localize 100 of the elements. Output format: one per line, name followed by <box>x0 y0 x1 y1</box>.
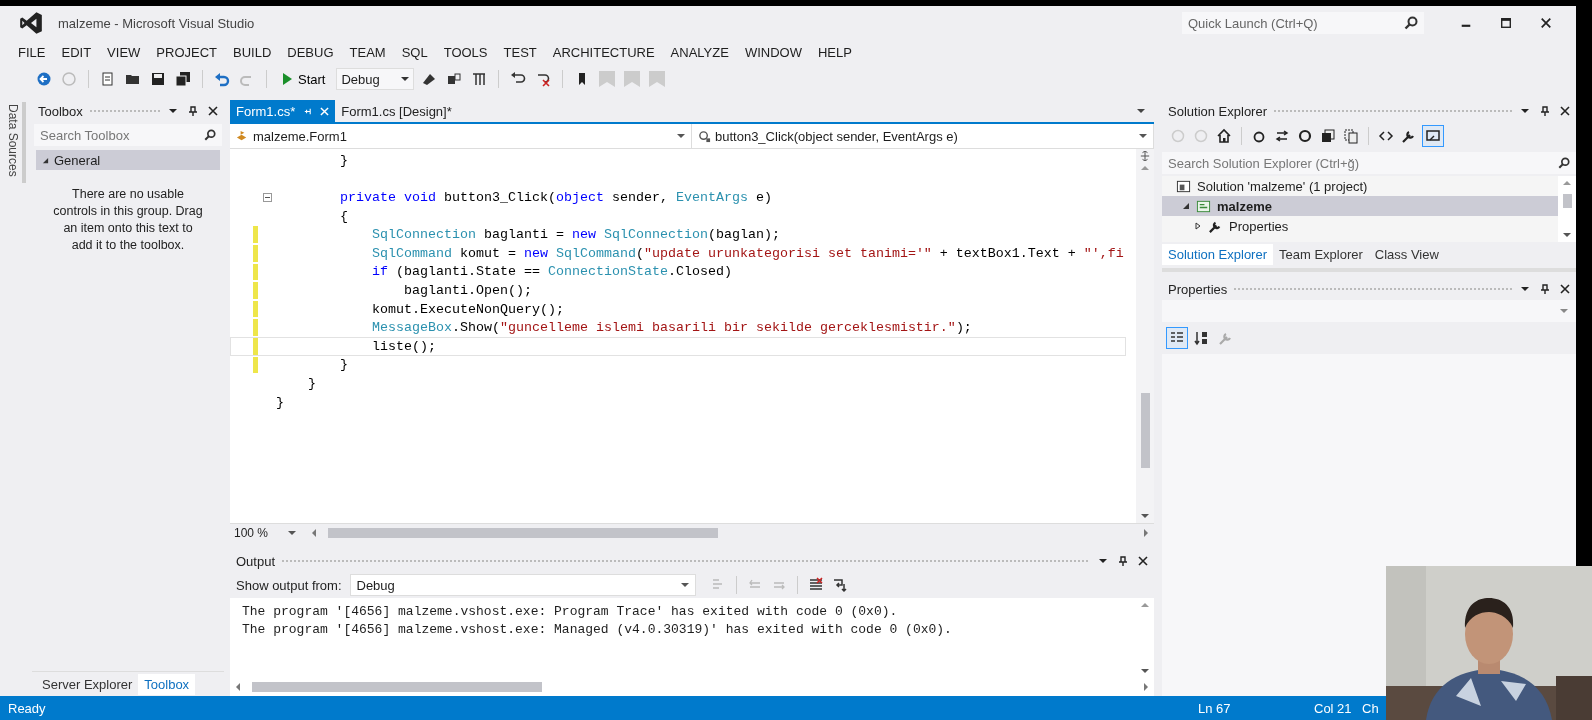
search-field[interactable]: Search Toolbox <box>34 124 222 146</box>
class-dropdown[interactable]: malzeme.Form1 <box>230 124 692 148</box>
menu-item[interactable]: EDIT <box>53 44 100 60</box>
output-source-dropdown[interactable]: Debug <box>349 574 696 596</box>
member-dropdown[interactable]: button3_Click(object sender, EventArgs e) <box>692 124 1154 148</box>
pin-icon[interactable] <box>186 106 200 116</box>
scroll-down-icon[interactable] <box>1140 511 1150 521</box>
code-line: } <box>307 375 316 391</box>
close-icon[interactable] <box>1540 17 1552 29</box>
properties-title: Properties <box>1168 281 1228 297</box>
caret-icon <box>680 583 689 587</box>
data-sources-tab[interactable]: Data Sources <box>6 102 26 183</box>
line-number: Ln 67 <box>1198 700 1232 716</box>
class-icon <box>236 129 249 143</box>
caret-icon <box>401 77 410 81</box>
pin-icon[interactable] <box>1538 284 1552 294</box>
tree-item[interactable]: malzeme <box>1162 196 1558 216</box>
panel-tab[interactable]: Solution Explorer <box>1162 243 1273 265</box>
scroll-up-icon[interactable] <box>1140 163 1150 173</box>
menu-item[interactable]: ARCHITECTURE <box>544 44 663 60</box>
panel-tab[interactable]: Server Explorer <box>36 673 139 695</box>
close-icon[interactable] <box>1558 284 1572 294</box>
output-source-label: Show output from: <box>236 577 342 593</box>
expander-icon[interactable] <box>1182 202 1190 210</box>
toolbox-group-header[interactable]: General <box>36 150 220 170</box>
code-line: baglanti.Open(); <box>402 282 532 298</box>
save-all-icon[interactable] <box>173 69 193 89</box>
menu-item[interactable]: HELP <box>809 44 860 60</box>
pin-icon[interactable] <box>1116 556 1130 566</box>
caret-icon <box>288 531 296 535</box>
menu-item[interactable]: WINDOW <box>736 44 810 60</box>
menu-item[interactable]: TEAM <box>341 44 394 60</box>
expander-icon[interactable] <box>1194 222 1202 230</box>
window-title: malzeme - Microsoft Visual Studio <box>58 15 255 31</box>
output-line: The program '[4656] malzeme.vshost.exe: Managed (v4.0.30319)' has exited with code 0 (0x0). <box>242 621 952 639</box>
bookmark-clear-icon <box>647 69 668 89</box>
search-icon <box>1558 157 1570 169</box>
play-icon <box>282 73 292 85</box>
code-line: SqlCommand komut = new SqlCommand("update urunkategorisi set tanimi='" + textBox1.Text + "',fi <box>370 245 1124 261</box>
bookmark-next-icon <box>622 69 643 89</box>
tree-item[interactable]: Properties <box>1162 216 1558 236</box>
menu-item[interactable]: DEBUG <box>279 44 342 60</box>
search-field[interactable]: Search Solution Explorer (Ctrl+ğ) <box>1162 152 1576 174</box>
menu-item[interactable]: TEST <box>495 44 545 60</box>
search-icon <box>204 129 216 141</box>
character-number: Ch <box>1362 700 1380 716</box>
bookmark-previous-icon <box>597 69 618 89</box>
output-title: Output <box>236 553 276 569</box>
close-icon[interactable] <box>1558 106 1572 116</box>
close-icon[interactable] <box>206 106 220 116</box>
maximize-icon[interactable] <box>1500 17 1512 29</box>
menu-item[interactable]: SQL <box>393 44 436 60</box>
menu-item[interactable]: TOOLS <box>435 44 496 60</box>
preview-icon[interactable] <box>1422 125 1444 147</box>
menu-item[interactable]: PROJECT <box>148 44 225 60</box>
output-line: The program '[4656] malzeme.vshost.exe: Program Trace' has exited with code 0 (0x0). <box>242 603 898 621</box>
code-line: komut.ExecuteNonQuery(); <box>370 301 564 317</box>
code-line: } <box>276 394 284 410</box>
close-icon[interactable] <box>1136 556 1150 566</box>
code-line: } <box>339 152 348 168</box>
code-line: liste(); <box>370 338 436 354</box>
code-line: SqlConnection baglanti = new SqlConnection(baglan); <box>370 227 780 243</box>
scroll-down-icon[interactable] <box>1562 230 1572 240</box>
tree-item[interactable]: Solution 'malzeme' (1 project) <box>1162 176 1558 196</box>
project-icon <box>1196 198 1211 214</box>
scrollbar-thumb[interactable] <box>1140 393 1150 468</box>
solution-explorer-title: Solution Explorer <box>1168 103 1267 119</box>
panel-tab[interactable]: Class View <box>1368 243 1445 265</box>
logo-icon <box>18 10 44 36</box>
scrollbar-thumb[interactable] <box>328 528 718 538</box>
method-icon <box>698 129 711 143</box>
toolbox-title: Toolbox <box>38 103 83 119</box>
menu-item[interactable]: BUILD <box>225 44 280 60</box>
scrollbar-thumb[interactable] <box>1562 194 1572 208</box>
code-line: } <box>339 357 348 373</box>
scrollbar-thumb[interactable] <box>252 682 542 692</box>
code-line: private void button3_Click(object sender, EventArgs e) <box>339 190 772 205</box>
panel-tab[interactable]: Toolbox <box>138 673 196 695</box>
menu-item[interactable]: VIEW <box>99 44 149 60</box>
collapse-icon[interactable] <box>262 193 272 202</box>
scroll-up-icon[interactable] <box>1140 600 1150 610</box>
document-tab[interactable]: Form1.cs [Design]* <box>335 100 458 122</box>
menu-item[interactable]: FILE <box>12 44 54 60</box>
configuration-dropdown[interactable]: Debug <box>336 68 415 90</box>
caret-icon <box>1139 134 1147 138</box>
zoom-dropdown[interactable]: 100 % <box>230 526 302 540</box>
quick-launch-field[interactable]: Quick Launch (Ctrl+Q) <box>1182 12 1424 34</box>
panel-tab[interactable]: Team Explorer <box>1273 243 1369 265</box>
scroll-down-icon[interactable] <box>1140 666 1150 676</box>
menu-item[interactable]: ANALYZE <box>662 44 737 60</box>
status-text: Ready <box>8 700 46 716</box>
start-button[interactable]: Start <box>276 69 332 89</box>
code-line: { <box>339 208 348 224</box>
categorized-icon[interactable] <box>1166 327 1188 349</box>
caret-icon[interactable] <box>1560 309 1568 313</box>
column-number: Col 21 <box>1314 700 1353 716</box>
split-icon[interactable] <box>1140 151 1150 161</box>
pin-icon[interactable] <box>1538 106 1552 116</box>
caret-icon <box>677 134 685 138</box>
scroll-up-icon[interactable] <box>1562 178 1572 188</box>
